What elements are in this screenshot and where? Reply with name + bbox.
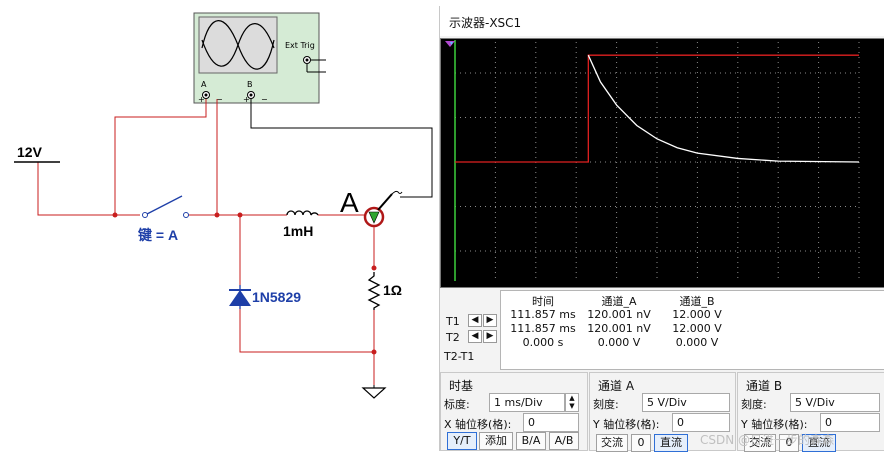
timebase-scale-label: 标度: — [444, 398, 470, 411]
scope-grid — [454, 40, 860, 281]
oscilloscope-symbol[interactable]: A B Ext Trig + − + − — [193, 12, 326, 104]
timebase-title: 时基 — [449, 379, 474, 393]
readout-header-channel-a: 通道_A — [601, 295, 637, 308]
channel-a-title: 通道 A — [598, 379, 635, 393]
inductor-1mh[interactable]: 1mH — [283, 210, 319, 239]
scope-display — [440, 38, 884, 288]
readout-cell: 0.000 V — [675, 336, 719, 349]
circuit-schematic: A B Ext Trig + − + − 12V 键 = A 1mH A 1N5… — [14, 12, 433, 399]
switch-label: 键 = A — [137, 227, 178, 243]
channel-a-ac-button[interactable]: 交流 — [596, 434, 628, 452]
channel-a-trace — [455, 54, 859, 163]
battery-12v[interactable]: 12V — [14, 144, 60, 163]
readout-cell: 120.001 nV — [587, 308, 651, 321]
readout-header-channel-b: 通道_B — [679, 295, 715, 308]
t1-cursor-marker[interactable] — [445, 41, 455, 47]
b-over-a-button[interactable]: B/A — [516, 432, 546, 450]
scope-plot — [445, 40, 860, 281]
svg-text:−: − — [261, 95, 268, 104]
resistor-1ohm[interactable]: 1Ω — [367, 272, 402, 310]
channel-a-zero-button[interactable]: 0 — [631, 434, 651, 452]
probe-a[interactable]: A — [340, 187, 403, 228]
timebase-xpos-label: X 轴位移(格): — [444, 418, 512, 431]
timebase-scale-spinner[interactable]: ▲ ▼ — [565, 393, 579, 412]
a-over-b-button[interactable]: A/B — [549, 432, 579, 450]
switch-key-a[interactable]: 键 = A — [137, 195, 189, 243]
channel-a-scale-field[interactable]: 5 V/Div — [642, 393, 730, 412]
t1-label: T1 — [446, 315, 460, 328]
yt-mode-button[interactable]: Y/T — [447, 432, 477, 450]
ground-symbol — [361, 385, 387, 399]
channel-a-scale-label: 刻度: — [593, 398, 619, 411]
t1-right-button[interactable]: ▶ — [483, 314, 497, 327]
window-title: 示波器-XSC1 — [449, 16, 522, 30]
channel-b-scale-label: 刻度: — [741, 398, 767, 411]
channel-a-ypos-label: Y 轴位移(格): — [593, 418, 660, 431]
readout-header-time: 时间 — [532, 295, 554, 308]
channel-b-scale-field[interactable]: 5 V/Div — [790, 393, 880, 412]
readout-cell: 12.000 V — [672, 308, 722, 321]
t2-t1-label: T2-T1 — [444, 350, 475, 363]
circuit-wires — [37, 99, 375, 385]
channel-b-ypos-field[interactable]: 0 — [820, 413, 880, 432]
timebase-panel: 时基 标度: 1 ms/Div ▲ ▼ X 轴位移(格): 0 Y/T 添加 B/… — [440, 372, 588, 451]
terminal-a-label: A — [201, 80, 207, 89]
channel-b-trace — [587, 54, 860, 163]
readout-cell: 111.857 ms — [510, 308, 576, 321]
cursor-readout-table: 时间 通道_A 通道_B 111.857 ms 120.001 nV 12.00… — [500, 290, 884, 370]
channel-b-wire — [250, 99, 433, 198]
t2-label: T2 — [446, 331, 460, 344]
readout-cell: 111.857 ms — [510, 322, 576, 335]
readout-cell: 0.000 s — [522, 336, 564, 349]
watermark-text: CSDN @日进一步的森森 — [700, 433, 835, 447]
channel-a-dc-button[interactable]: 直流 — [654, 434, 688, 452]
readout-cell: 0.000 V — [597, 336, 641, 349]
diode-1n5829[interactable]: 1N5829 — [229, 285, 301, 309]
inductor-label: 1mH — [283, 223, 313, 239]
channel-b-ypos-label: Y 轴位移(格): — [741, 418, 808, 431]
readout-cell: 120.001 nV — [587, 322, 651, 335]
timebase-scale-field[interactable]: 1 ms/Div — [489, 393, 565, 412]
terminal-b-label: B — [247, 80, 253, 89]
t1-left-button[interactable]: ◀ — [468, 314, 482, 327]
timebase-xpos-field[interactable]: 0 — [523, 413, 579, 432]
readout-cell: 12.000 V — [672, 322, 722, 335]
svg-text:+: + — [198, 95, 205, 104]
ext-trig-label: Ext Trig — [285, 41, 315, 50]
add-mode-button[interactable]: 添加 — [479, 432, 513, 450]
svg-text:+: + — [243, 95, 250, 104]
window-titlebar[interactable]: 示波器-XSC1 — [440, 6, 884, 36]
scope-traces — [455, 54, 860, 163]
t2-left-button[interactable]: ◀ — [468, 330, 482, 343]
channel-b-title: 通道 B — [746, 379, 783, 393]
battery-label: 12V — [17, 144, 43, 160]
channel-a-ypos-field[interactable]: 0 — [672, 413, 730, 432]
resistor-label: 1Ω — [383, 282, 402, 298]
t2-right-button[interactable]: ▶ — [483, 330, 497, 343]
oscilloscope-window: 示波器-XSC1 T1 ◀ ▶ T2 ◀ ▶ T2-T1 时间 通道_A 通道_… — [439, 6, 884, 452]
diode-label: 1N5829 — [252, 289, 301, 305]
probe-label: A — [340, 187, 359, 218]
